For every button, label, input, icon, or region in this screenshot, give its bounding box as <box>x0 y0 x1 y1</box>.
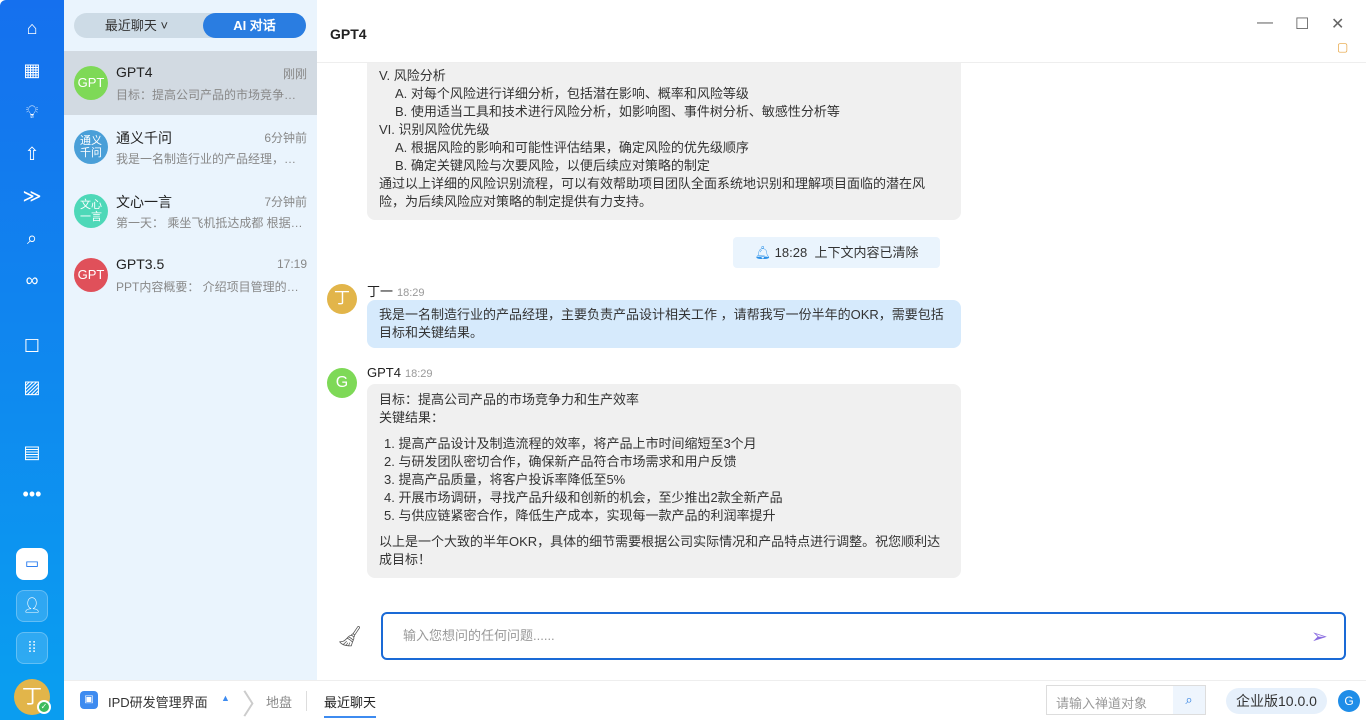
tab-ai-chat[interactable]: AI 对话 <box>203 13 306 38</box>
context-cleared-notice: 🔔︎ 18:28 上下文内容已清除 <box>733 237 940 268</box>
status-bar: ▣ IPD研发管理界面 ▲ 〉 地盘 最近聊天 请输入禅道对象 ⌕ 企业版10.… <box>64 680 1366 720</box>
caret-up-icon[interactable]: ▲ <box>221 693 230 703</box>
apps-button[interactable]: ⁞⁞ <box>16 632 48 664</box>
text-line: 通过以上详细的风险识别流程，可以有效帮助项目团队全面系统地识别和理解项目面临的潜… <box>379 176 926 209</box>
breadcrumb-dashboard[interactable]: 地盘 <box>266 692 292 711</box>
text-line: A. 根据风险的影响和可能性评估结果，确定风险的优先级顺序 <box>395 140 749 155</box>
object-search: 请输入禅道对象 ⌕ <box>1046 685 1206 715</box>
user-avatar: 丁 <box>327 284 357 314</box>
project-icon: ▣ <box>80 691 98 709</box>
avatar: GPT <box>74 66 108 100</box>
message-time: 18:29 <box>404 368 433 380</box>
text-line: 关键结果： <box>379 410 445 425</box>
infinity-icon[interactable]: ∞ <box>20 268 44 292</box>
sender-name: 丁一 <box>367 284 394 299</box>
chat-name: GPT4 <box>116 64 153 80</box>
rocket-icon[interactable]: ⇧ <box>20 142 44 166</box>
text-line: V. 风险分析 <box>379 68 446 83</box>
tab-recent-chats[interactable]: 最近聊天 ˅ <box>74 13 199 38</box>
maximize-icon[interactable]: ☐ <box>1295 14 1309 34</box>
text-line: 以上是一个大致的半年OKR，具体的细节需要根据公司实际情况和产品特点进行调整。祝… <box>379 534 941 567</box>
message-bubble-user: 我是一名制造行业的产品经理，主要负责产品设计相关工作 ，请帮我写一份半年的OKR… <box>367 300 961 348</box>
breadcrumb-recent-chats[interactable]: 最近聊天 <box>324 692 377 718</box>
chat-title: GPT4 <box>330 26 367 42</box>
list-item: 2. 与研发团队密切合作，确保新产品符合市场需求和用户反馈 <box>384 454 737 469</box>
inbox-icon[interactable]: ▤ <box>20 440 44 464</box>
project-switcher[interactable]: IPD研发管理界面 <box>108 692 208 711</box>
version-badge: 企业版10.0.0 <box>1226 688 1327 714</box>
notice-text: 上下文内容已清除 <box>814 245 919 260</box>
chat-name: GPT3.5 <box>116 256 165 272</box>
send-icon[interactable]: ➢ <box>1311 624 1328 649</box>
history-icon[interactable]: ▢ <box>1337 40 1348 54</box>
chat-main: V. 风险分析 A. 对每个风险进行详细分析，包括潜在影响、概率和风险等级 B.… <box>317 0 1366 680</box>
text-line: B. 使用适当工具和技术进行风险分析，如影响图、事件树分析、敏感性分析等 <box>395 104 840 119</box>
chat-header: GPT4 — ☐ ✕ ▢ <box>317 0 1366 63</box>
chat-time: 17:19 <box>276 257 307 271</box>
avatar: GPT <box>74 258 108 292</box>
search-icon[interactable]: ⌕ <box>20 226 44 250</box>
message-time: 18:29 <box>397 287 425 299</box>
object-search-input[interactable]: 请输入禅道对象 <box>1056 693 1147 712</box>
sender-info: 丁一 18:29 <box>367 281 425 300</box>
chat-time: 7分钟前 <box>264 195 307 209</box>
text-line: VI. 识别风险优先级 <box>379 122 490 137</box>
divider <box>306 691 307 711</box>
message-bubble-previous: V. 风险分析 A. 对每个风险进行详细分析，包括潜在影响、概率和风险等级 B.… <box>367 58 961 220</box>
minimize-icon[interactable]: — <box>1257 14 1273 32</box>
chat-name: 通义千问 <box>116 130 172 146</box>
list-item: 5. 与供应链紧密合作，降低生产成本，实现每一款产品的利润率提升 <box>384 508 776 523</box>
zentao-logo-icon[interactable]: G <box>1338 690 1360 712</box>
chat-list-panel: 最近聊天 ˅ AI 对话 GPT GPT4 刚刚 目标：提高公司产品的市场竞争力… <box>64 0 317 680</box>
contacts-button[interactable]: 👤︎ <box>16 590 48 622</box>
more-icon[interactable]: ••• <box>20 482 44 506</box>
robot-icon[interactable]: ☐ <box>20 334 44 358</box>
chat-preview: 我是一名制造行业的产品经理，主要负责产品设计相关工作 <box>116 152 306 166</box>
grid-icon[interactable]: ▦ <box>20 58 44 82</box>
close-icon[interactable]: ✕ <box>1331 14 1344 34</box>
chat-time: 6分钟前 <box>264 131 307 145</box>
chat-name: 文心一言 <box>116 194 172 210</box>
list-item: 3. 提高产品质量，将客户投诉率降低至5% <box>384 472 626 487</box>
bot-avatar: G <box>327 368 357 398</box>
tab-label: 最近聊天 <box>104 18 157 33</box>
chat-preview: 第一天： 乘坐飞机抵达成都 根据您的行程安排 <box>116 216 306 230</box>
text-line: 目标：提高公司产品的市场竞争力和生产效率 <box>379 392 640 407</box>
run-icon[interactable]: ≫ <box>20 184 44 208</box>
text-line: A. 对每个风险进行详细分析，包括潜在影响、概率和风险等级 <box>395 86 749 101</box>
chat-preview: 目标：提高公司产品的市场竞争力和生产效率 <box>116 88 306 102</box>
list-item: 1. 提高产品设计及制造流程的效率，将产品上市时间缩短至3个月 <box>384 436 757 451</box>
search-icon[interactable]: ⌕ <box>1173 686 1205 714</box>
chat-item-wenxin[interactable]: 文心一言 文心一言 7分钟前 第一天： 乘坐飞机抵达成都 根据您的行程安排 <box>64 179 317 243</box>
left-nav-rail: ⌂ ▦ 💡︎ ⇧ ≫ ⌕ ∞ ☐ ▨ ▤ ••• ▭ 👤︎ ⁞⁞ <box>0 0 64 680</box>
home-icon[interactable]: ⌂ <box>20 16 44 40</box>
message-input[interactable]: 输入您想问的任何问题...... <box>381 612 1346 660</box>
chat-preview: PPT内容概要： 介绍项目管理的基本概念 <box>116 280 306 294</box>
chat-time: 刚刚 <box>282 67 307 81</box>
chat-item-gpt35[interactable]: GPT GPT3.5 17:19 PPT内容概要： 介绍项目管理的基本概念 <box>64 243 317 307</box>
chat-item-tongyi[interactable]: 通义千问 通义千问 6分钟前 我是一名制造行业的产品经理，主要负责产品设计相关工… <box>64 115 317 179</box>
chart-icon[interactable]: ▨ <box>20 375 44 399</box>
list-mode-switch: 最近聊天 ˅ AI 对话 <box>74 13 306 38</box>
clear-context-broom-icon[interactable]: 🧹︎ <box>337 624 362 649</box>
message-bubble-bot: 目标：提高公司产品的市场竞争力和生产效率 关键结果： 1. 提高产品设计及制造流… <box>367 384 961 578</box>
sender-name: GPT4 <box>367 365 401 380</box>
chat-button[interactable]: ▭ <box>16 548 48 580</box>
chat-item-gpt4[interactable]: GPT GPT4 刚刚 目标：提高公司产品的市场竞争力和生产效率 <box>64 51 317 115</box>
avatar: 文心 一言 <box>74 194 108 228</box>
list-item: 4. 开展市场调研，寻找产品升级和创新的机会，至少推出2款全新产品 <box>384 490 783 505</box>
bell-icon: 🔔︎ <box>754 245 772 260</box>
text-line: B. 确定关键风险与次要风险，以便后续应对策略的制定 <box>395 158 710 173</box>
avatar: 通义 千问 <box>74 130 108 164</box>
notice-time: 18:28 <box>774 245 808 260</box>
online-status-icon: ✓ <box>37 700 51 714</box>
sender-info: GPT4 18:29 <box>367 365 433 380</box>
bulb-icon[interactable]: 💡︎ <box>20 100 44 124</box>
